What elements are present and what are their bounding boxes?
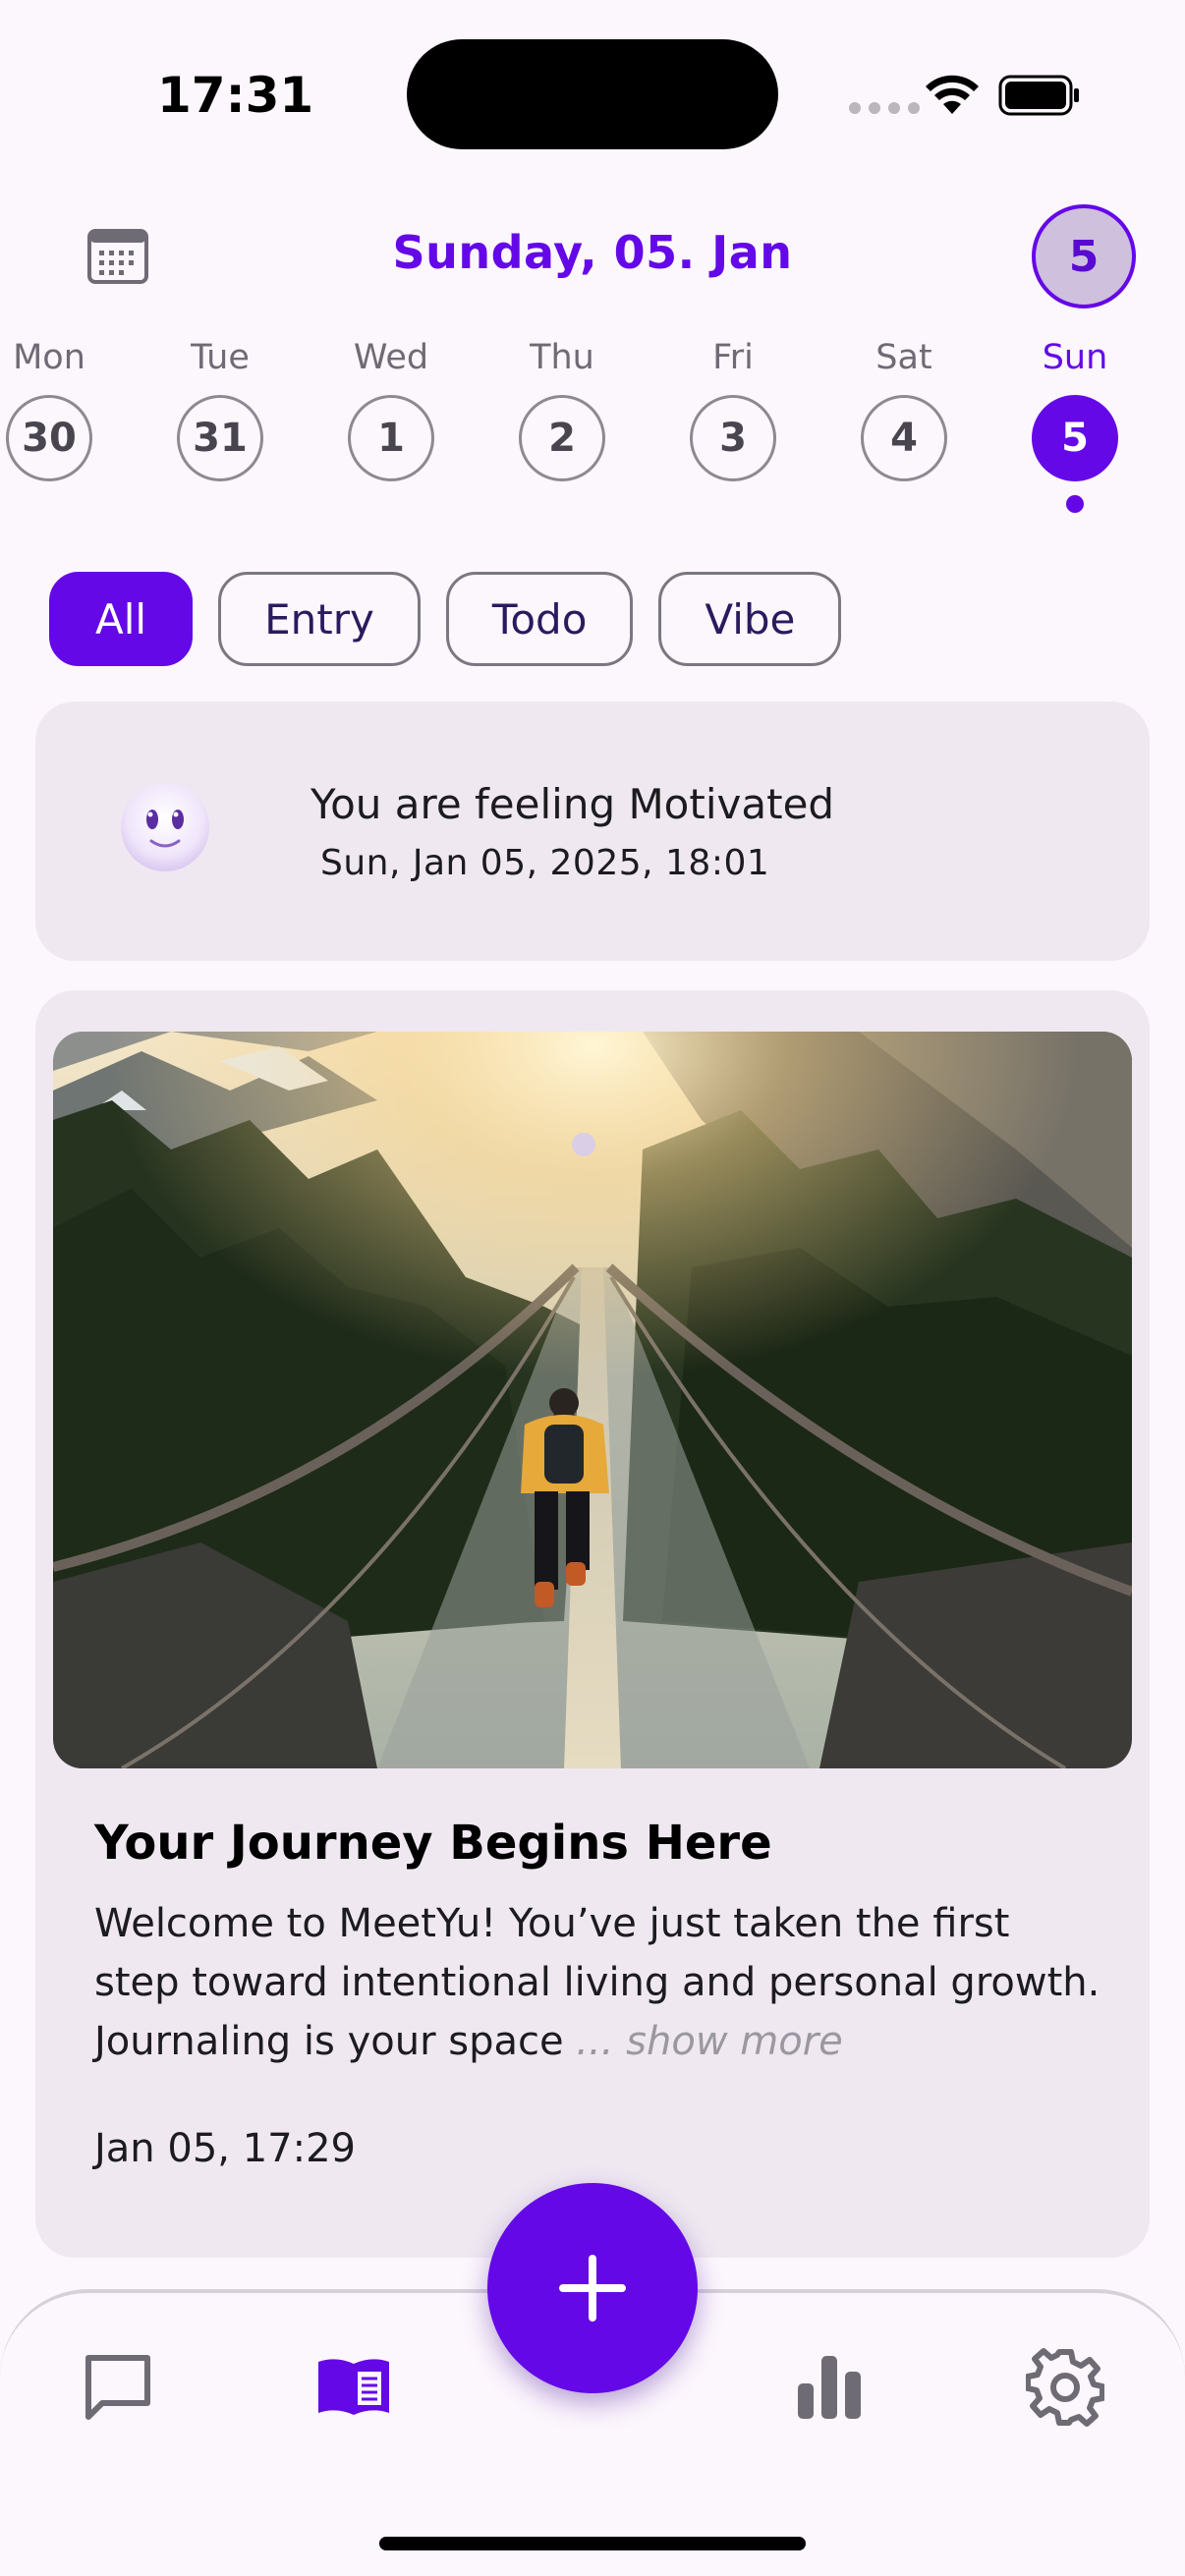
- settings-icon[interactable]: [1026, 2348, 1104, 2427]
- day-mon[interactable]: Mon 30: [0, 334, 118, 481]
- day-sat[interactable]: Sat 4: [835, 334, 973, 481]
- show-more-link[interactable]: ... show more: [576, 2019, 842, 2064]
- wifi-icon: [926, 75, 979, 114]
- entry-body: Welcome to MeetYu! You’ve just taken the…: [94, 1894, 1106, 2071]
- day-number: 30: [6, 395, 92, 481]
- filter-chips: All Entry Todo Vibe: [49, 572, 842, 666]
- day-number: 3: [690, 395, 776, 481]
- page-title[interactable]: Sunday, 05. Jan: [0, 226, 1185, 279]
- selected-day-indicator: [1066, 495, 1084, 513]
- battery-icon: [998, 75, 1079, 116]
- week-strip: Mon 30 Tue 31 Wed 1 Thu 2 Fri 3 Sat 4 Su…: [0, 334, 1185, 521]
- filter-chip-todo[interactable]: Todo: [445, 572, 634, 666]
- mood-datetime: Sun, Jan 05, 2025, 18:01: [320, 843, 770, 883]
- chat-icon[interactable]: [79, 2348, 157, 2427]
- day-name: Sat: [875, 338, 932, 377]
- day-sun[interactable]: Sun 5: [1006, 334, 1144, 513]
- filter-chip-vibe[interactable]: Vibe: [658, 572, 842, 666]
- mood-card[interactable]: You are feeling Motivated Sun, Jan 05, 2…: [35, 701, 1150, 961]
- mood-face-icon: [121, 783, 209, 871]
- day-thu[interactable]: Thu 2: [493, 334, 631, 481]
- entry-date: Jan 05, 17:29: [94, 2126, 356, 2171]
- dynamic-island: [407, 39, 778, 149]
- day-name: Fri: [712, 338, 754, 377]
- day-number: 31: [177, 395, 263, 481]
- mood-title: You are feeling Motivated: [310, 780, 835, 828]
- stats-icon[interactable]: [790, 2348, 869, 2427]
- journal-icon[interactable]: [314, 2348, 393, 2427]
- filter-chip-all[interactable]: All: [49, 572, 194, 666]
- day-fri[interactable]: Fri 3: [664, 334, 802, 481]
- entry-title: Your Journey Begins Here: [94, 1816, 772, 1871]
- home-indicator[interactable]: [379, 2537, 806, 2550]
- day-name: Thu: [530, 338, 594, 377]
- today-badge[interactable]: 5: [1032, 204, 1136, 308]
- day-name: Mon: [13, 338, 85, 377]
- add-icon: [559, 2255, 626, 2322]
- day-name: Tue: [191, 338, 250, 377]
- entry-photo: [53, 1032, 1132, 1768]
- day-name: Wed: [353, 338, 429, 377]
- day-number: 4: [861, 395, 947, 481]
- add-entry-button[interactable]: [487, 2183, 698, 2393]
- cellular-signal-icon: [849, 102, 920, 114]
- journal-entry-card[interactable]: Your Journey Begins Here Welcome to Meet…: [35, 990, 1150, 2258]
- day-number: 5: [1032, 395, 1118, 481]
- day-wed[interactable]: Wed 1: [322, 334, 460, 481]
- day-name: Sun: [1042, 338, 1108, 377]
- status-time: 17:31: [157, 67, 314, 124]
- filter-chip-entry[interactable]: Entry: [218, 572, 421, 666]
- day-number: 2: [519, 395, 605, 481]
- day-number: 1: [348, 395, 434, 481]
- day-tue[interactable]: Tue 31: [151, 334, 289, 481]
